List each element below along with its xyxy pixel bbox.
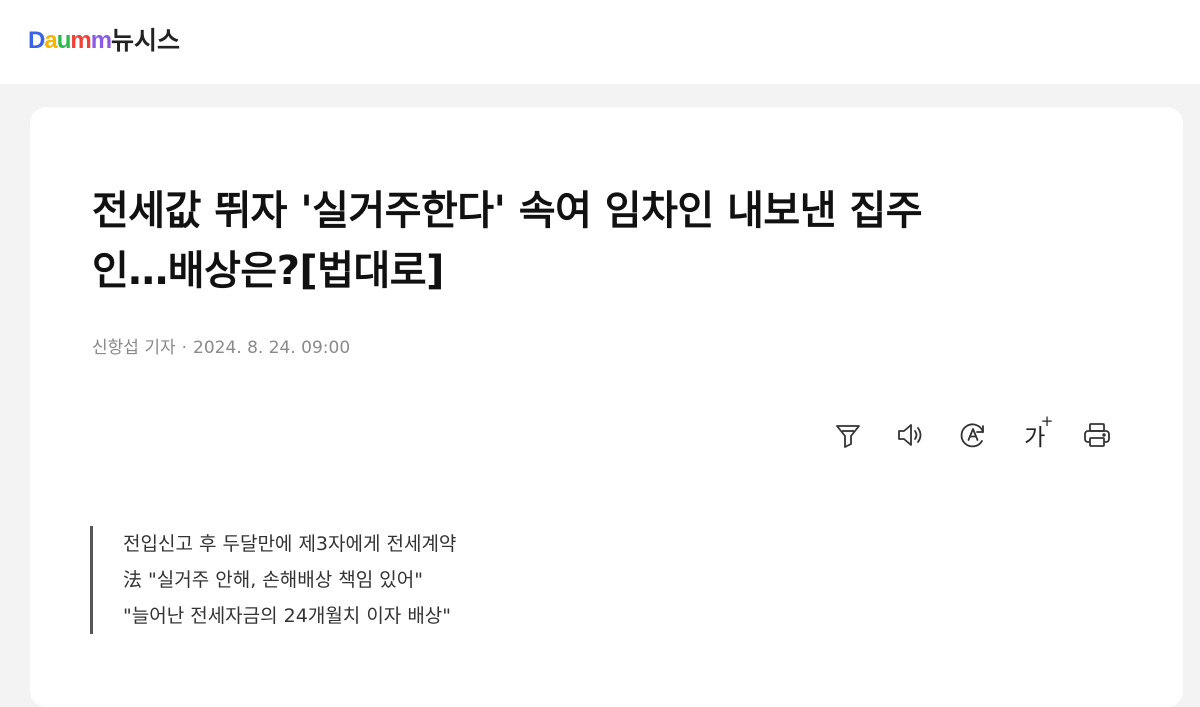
byline-separator: · [181, 338, 188, 358]
listen-button[interactable] [892, 417, 928, 453]
print-icon [1084, 423, 1110, 447]
article-title: 전세값 뛰자 '실거주한다' 속여 임차인 내보낸 집주 인…배상은?[법대로] [92, 181, 1102, 301]
byline: 신항섭 기자 · 2024. 8. 24. 09:00 [92, 336, 350, 360]
summary-line: "늘어난 전세자금의 24개월치 이자 배상" [123, 605, 452, 627]
logo-letter: u [56, 27, 72, 54]
site-name[interactable]: 뉴시스 [111, 26, 180, 56]
title-line-1: 전세값 뛰자 '실거주한다' 속여 임차인 내보낸 집주 [92, 188, 923, 234]
font-size-icon: 가 + [1024, 412, 1053, 452]
logo-letter: a [44, 27, 57, 54]
translate-icon [960, 423, 984, 448]
title-line-2: 인…배상은?[법대로] [92, 248, 444, 294]
logo-letter: D [28, 27, 45, 54]
summary-line: 전입신고 후 두달만에 제3자에게 전세계약 [123, 533, 457, 555]
summary-line: 法 "실거주 안해, 손해배상 책임 있어" [123, 569, 423, 591]
author[interactable]: 신항섭 기자 [92, 338, 176, 358]
logo-letter: m [90, 27, 112, 54]
font-size-button[interactable]: 가 + [1017, 412, 1053, 453]
article-summary: 전입신고 후 두달만에 제3자에게 전세계약 法 "실거주 안해, 손해배상 책… [90, 526, 456, 634]
daum-logo[interactable]: D a u m m [28, 26, 112, 56]
translate-button[interactable] [955, 417, 991, 453]
print-button[interactable] [1079, 417, 1115, 453]
logo-letter: m [70, 27, 91, 54]
filter-button[interactable] [830, 417, 866, 453]
publish-datetime: 2024. 8. 24. 09:00 [193, 338, 351, 358]
article-toolbar: 가 + [830, 412, 1115, 455]
speaker-icon [898, 424, 922, 446]
filter-icon [836, 425, 860, 448]
font-size-plus: + [1040, 412, 1054, 430]
top-bar: D a u m m 뉴시스 [0, 0, 1200, 84]
